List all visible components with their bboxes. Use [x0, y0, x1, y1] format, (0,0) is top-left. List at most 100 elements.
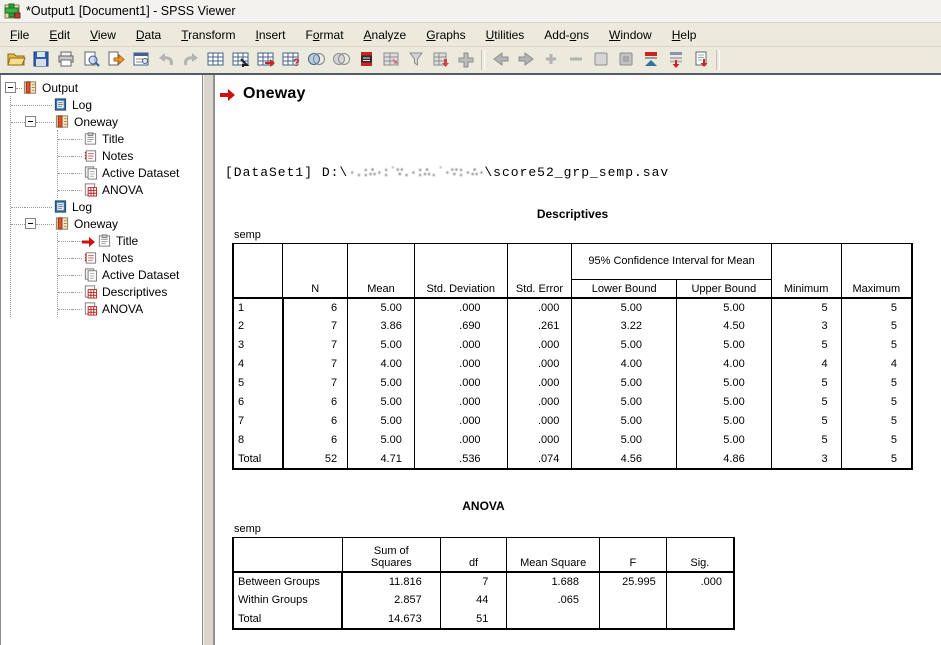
print-icon [56, 50, 76, 71]
tree-item-oneway[interactable]: Oneway [11, 113, 202, 130]
tree-item-title[interactable]: Title [58, 232, 202, 249]
print-preview-button[interactable] [78, 49, 103, 72]
redo-button[interactable] [178, 49, 203, 72]
tree-item-descriptives[interactable]: Descriptives [58, 283, 202, 300]
select-last-output-button[interactable] [453, 49, 478, 72]
variable-info-button[interactable]: ? [278, 49, 303, 72]
column-header: Lower Bound [572, 280, 677, 298]
tree-item-log[interactable]: Log [11, 198, 202, 215]
cell: 5.00 [572, 393, 677, 412]
column-header: Minimum [771, 244, 841, 298]
column-header: Std. Error [507, 244, 572, 298]
save-file-button[interactable] [28, 49, 53, 72]
run-script-button[interactable] [353, 49, 378, 72]
variables-button[interactable] [253, 49, 278, 72]
menu-edit[interactable]: Edit [39, 25, 80, 45]
redo-icon [181, 50, 201, 71]
show-hide-outline-button[interactable] [638, 49, 663, 72]
tree-item-notes[interactable]: Notes [58, 249, 202, 266]
goto-case-button[interactable] [228, 49, 253, 72]
hide-item-button[interactable] [613, 49, 638, 72]
split-file-button[interactable] [378, 49, 403, 72]
menu-utilities[interactable]: Utilities [476, 25, 535, 45]
menu-file[interactable]: File [0, 25, 39, 45]
menu-transform[interactable]: Transform [171, 25, 245, 45]
current-item-arrow-icon [220, 88, 235, 100]
select-cases-icon [406, 50, 426, 71]
menu-analyze[interactable]: Analyze [354, 25, 417, 45]
cell: .074 [507, 450, 572, 469]
promote-button[interactable] [488, 49, 513, 72]
dataset-icon [82, 267, 98, 282]
table-row: 765.00.000.0005.005.0055 [233, 412, 912, 431]
collapse-button[interactable] [563, 49, 588, 72]
cell: .000 [507, 412, 572, 431]
menu-window[interactable]: Window [599, 25, 662, 45]
svg-text:?: ? [293, 57, 300, 68]
table-row: 474.00.000.0004.004.0044 [233, 355, 912, 374]
content-pane: Oneway [DataSet1] D:\·.:∴·:˙∵.·:∴.˙·∵:·∴… [214, 75, 941, 645]
anova-block: ANOVA semp Sum of SquaresdfMean SquareFS… [232, 499, 735, 630]
export-output-button[interactable] [103, 49, 128, 72]
print-button[interactable] [53, 49, 78, 72]
log-icon [52, 97, 68, 112]
tree-item-oneway[interactable]: Oneway [11, 215, 202, 232]
spss-app-icon[interactable] [4, 3, 21, 19]
titlebar: *Output1 [Document1] - SPSS Viewer [0, 0, 941, 23]
menu-add-ons[interactable]: Add-ons [534, 25, 599, 45]
open-file-button[interactable] [3, 49, 28, 72]
cell: 5 [771, 336, 841, 355]
weight-cases-button[interactable] [428, 49, 453, 72]
menu-insert[interactable]: Insert [245, 25, 295, 45]
show-all-variables-button[interactable] [328, 49, 353, 72]
descriptives-table[interactable]: NMeanStd. DeviationStd. Error95% Confide… [232, 243, 913, 470]
menu-format[interactable]: Format [296, 25, 354, 45]
cell: 5.00 [572, 431, 677, 450]
goto-data-button[interactable] [203, 49, 228, 72]
menu-help[interactable]: Help [662, 25, 707, 45]
tree-item-output[interactable]: Output [1, 79, 202, 96]
tree-item-anova[interactable]: ANOVA [58, 300, 202, 317]
demote-button[interactable] [513, 49, 538, 72]
cell: .000 [507, 336, 572, 355]
show-item-button[interactable] [588, 49, 613, 72]
main-area: OutputLogOnewayTitleNotesActive DatasetA… [0, 73, 941, 645]
cell: 2.857 [342, 591, 440, 610]
tree-item-title[interactable]: Title [58, 130, 202, 147]
undo-button[interactable] [153, 49, 178, 72]
cell: 44 [440, 591, 507, 610]
select-cases-button[interactable] [403, 49, 428, 72]
cell: 4 [841, 355, 912, 374]
tree-item-log[interactable]: Log [11, 96, 202, 113]
cell: 51 [440, 610, 507, 629]
cell: 5 [841, 317, 912, 336]
insert-title-button[interactable] [688, 49, 713, 72]
tree-expander[interactable] [25, 116, 36, 127]
cell: 5 [841, 450, 912, 469]
menu-graphs[interactable]: Graphs [416, 25, 475, 45]
page-title: Oneway [243, 85, 306, 103]
tree-item-active-dataset[interactable]: Active Dataset [58, 164, 202, 181]
tree-expander[interactable] [25, 218, 36, 229]
expand-button[interactable] [538, 49, 563, 72]
cell: 5.00 [677, 298, 772, 317]
row-label: Total [233, 610, 342, 629]
anova-table[interactable]: Sum of SquaresdfMean SquareFSig.Between … [232, 537, 735, 630]
cell: 4.00 [677, 355, 772, 374]
tree-expander[interactable] [5, 82, 16, 93]
insert-heading-button[interactable] [663, 49, 688, 72]
tree-item-active-dataset[interactable]: Active Dataset [58, 266, 202, 283]
tree-item-notes[interactable]: Notes [58, 147, 202, 164]
menu-view[interactable]: View [80, 25, 126, 45]
column-header: 95% Confidence Interval for Mean [572, 244, 771, 280]
cell: .000 [414, 336, 507, 355]
cell: .065 [507, 591, 600, 610]
cell [599, 591, 666, 610]
recall-dialog-button[interactable] [128, 49, 153, 72]
tree-item-anova[interactable]: ANOVA [58, 181, 202, 198]
pane-splitter[interactable] [203, 75, 214, 645]
show-hide-outline-icon [641, 50, 661, 71]
use-variable-sets-button[interactable] [303, 49, 328, 72]
cell: .000 [507, 393, 572, 412]
menu-data[interactable]: Data [126, 25, 171, 45]
